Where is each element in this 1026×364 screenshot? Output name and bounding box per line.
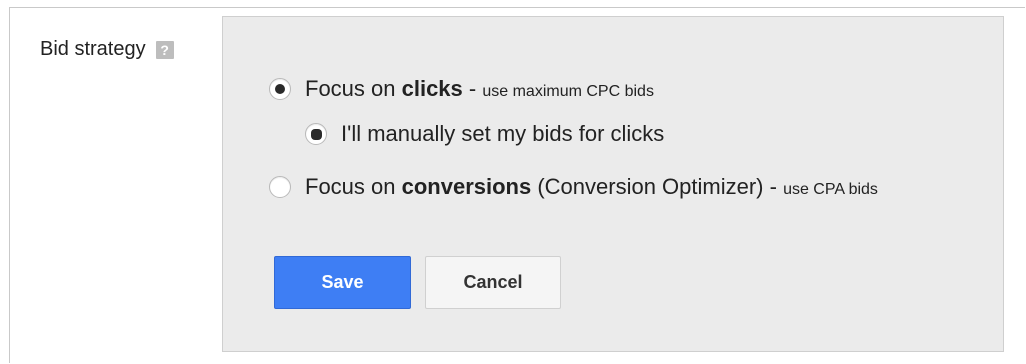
radio-button-selected[interactable]: [305, 123, 327, 145]
option-suffix: (Conversion Optimizer) -: [531, 174, 784, 199]
option-bold: clicks: [401, 76, 463, 101]
radio-dot: [310, 128, 322, 140]
option-label: I'll manually set my bids for clicks: [341, 121, 665, 146]
option-prefix: Focus on: [305, 76, 402, 101]
radio-option-focus-on-clicks[interactable]: Focus on clicks - use maximum CPC bids: [269, 76, 654, 102]
radio-button-selected[interactable]: [269, 78, 291, 100]
bid-strategy-label: Bid strategy: [40, 38, 146, 60]
radio-dot: [275, 84, 285, 94]
cancel-button[interactable]: Cancel: [425, 256, 561, 309]
option-bold: conversions: [401, 174, 532, 199]
option-note: use maximum CPC bids: [482, 83, 654, 100]
radio-option-manual-bids[interactable]: I'll manually set my bids for clicks: [305, 121, 664, 147]
option-note: use CPA bids: [783, 181, 878, 198]
save-button[interactable]: Save: [274, 256, 411, 309]
help-icon[interactable]: ?: [155, 40, 174, 59]
option-label: Focus on clicks - use maximum CPC bids: [305, 76, 654, 102]
radio-button-unselected[interactable]: [269, 176, 291, 198]
bid-strategy-panel: Focus on clicks - use maximum CPC bids I…: [222, 16, 1004, 352]
option-prefix: Focus on: [305, 174, 402, 199]
option-label: Focus on conversions (Conversion Optimiz…: [305, 174, 878, 200]
bid-strategy-label-group: Bid strategy ?: [40, 38, 174, 61]
radio-option-focus-on-conversions[interactable]: Focus on conversions (Conversion Optimiz…: [269, 174, 878, 200]
option-suffix: -: [462, 76, 483, 101]
